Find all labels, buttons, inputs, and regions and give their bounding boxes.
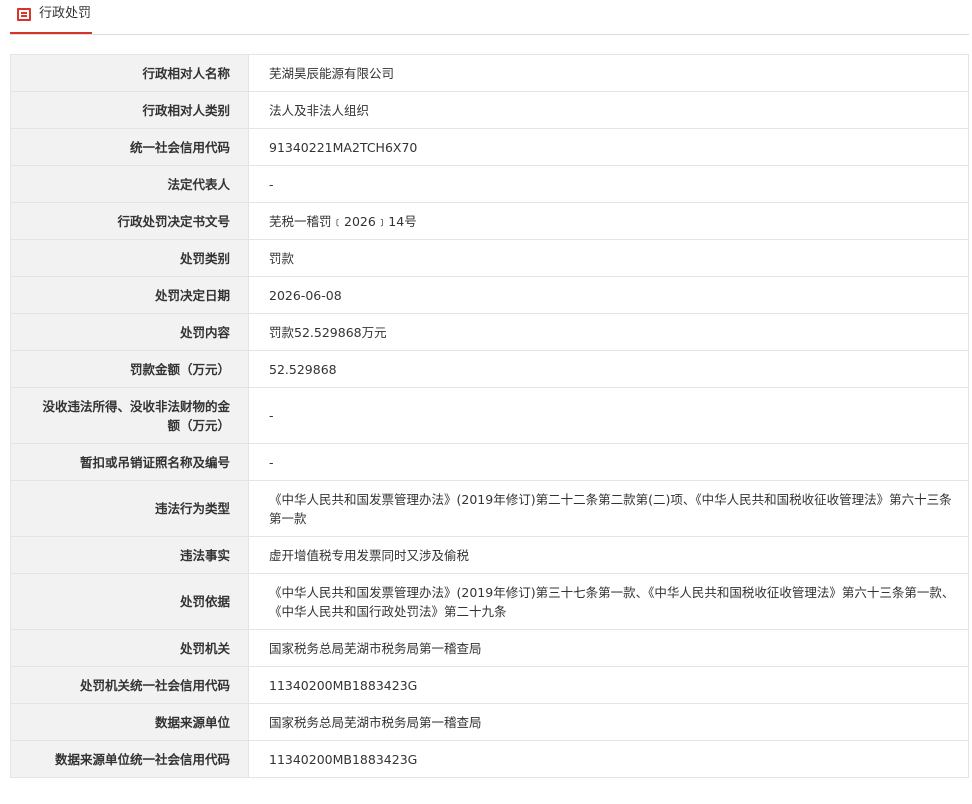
field-label: 统一社会信用代码 — [10, 128, 249, 166]
table-row: 数据来源单位统一社会信用代码 11340200MB1883423G — [10, 740, 969, 778]
field-value: 芜湖昊辰能源有限公司 — [248, 54, 969, 92]
field-label: 行政相对人类别 — [10, 91, 249, 129]
table-row: 没收违法所得、没收非法财物的金额（万元） - — [10, 387, 969, 444]
field-value: 虚开增值税专用发票同时又涉及偷税 — [248, 536, 969, 574]
field-value: 法人及非法人组织 — [248, 91, 969, 129]
field-label: 处罚机关 — [10, 629, 249, 667]
field-label: 违法行为类型 — [10, 480, 249, 537]
table-row: 行政相对人类别 法人及非法人组织 — [10, 91, 969, 129]
field-value: 52.529868 — [248, 350, 969, 388]
field-value: 《中华人民共和国发票管理办法》(2019年修订)第二十二条第二款第(二)项、《中… — [248, 480, 969, 537]
field-label: 处罚机关统一社会信用代码 — [10, 666, 249, 704]
field-value: - — [248, 443, 969, 481]
table-row: 违法事实 虚开增值税专用发票同时又涉及偷税 — [10, 536, 969, 574]
table-row: 处罚内容 罚款52.529868万元 — [10, 313, 969, 351]
field-value: 《中华人民共和国发票管理办法》(2019年修订)第三十七条第一款、《中华人民共和… — [248, 573, 969, 630]
field-label: 处罚依据 — [10, 573, 249, 630]
penalty-info-table: 行政相对人名称 芜湖昊辰能源有限公司 行政相对人类别 法人及非法人组织 统一社会… — [10, 54, 969, 778]
field-label: 处罚类别 — [10, 239, 249, 277]
table-row: 罚款金额（万元） 52.529868 — [10, 350, 969, 388]
section-title: 行政处罚 — [39, 6, 92, 21]
table-row: 违法行为类型 《中华人民共和国发票管理办法》(2019年修订)第二十二条第二款第… — [10, 480, 969, 537]
field-value: 2026-06-08 — [248, 276, 969, 314]
table-row: 处罚机关 国家税务总局芜湖市税务局第一稽查局 — [10, 629, 969, 667]
field-value: 国家税务总局芜湖市税务局第一稽查局 — [248, 703, 969, 741]
section-header: 行政处罚 — [10, 0, 969, 35]
document-list-icon — [17, 8, 31, 21]
table-row: 统一社会信用代码 91340221MA2TCH6X70 — [10, 128, 969, 166]
field-value: 11340200MB1883423G — [248, 666, 969, 704]
field-value: - — [248, 387, 969, 444]
field-value: 罚款52.529868万元 — [248, 313, 969, 351]
field-value: 91340221MA2TCH6X70 — [248, 128, 969, 166]
table-row: 处罚机关统一社会信用代码 11340200MB1883423G — [10, 666, 969, 704]
table-row: 数据来源单位 国家税务总局芜湖市税务局第一稽查局 — [10, 703, 969, 741]
table-row: 暂扣或吊销证照名称及编号 - — [10, 443, 969, 481]
field-value: 11340200MB1883423G — [248, 740, 969, 778]
table-row: 法定代表人 - — [10, 165, 969, 203]
field-label: 处罚决定日期 — [10, 276, 249, 314]
field-label: 行政处罚决定书文号 — [10, 202, 249, 240]
table-row: 处罚类别 罚款 — [10, 239, 969, 277]
field-label: 暂扣或吊销证照名称及编号 — [10, 443, 249, 481]
table-row: 处罚依据 《中华人民共和国发票管理办法》(2019年修订)第三十七条第一款、《中… — [10, 573, 969, 630]
table-row: 处罚决定日期 2026-06-08 — [10, 276, 969, 314]
field-label: 行政相对人名称 — [10, 54, 249, 92]
field-value: 国家税务总局芜湖市税务局第一稽查局 — [248, 629, 969, 667]
field-value: 罚款 — [248, 239, 969, 277]
field-label: 法定代表人 — [10, 165, 249, 203]
table-row: 行政相对人名称 芜湖昊辰能源有限公司 — [10, 54, 969, 92]
field-label: 没收违法所得、没收非法财物的金额（万元） — [10, 387, 249, 444]
table-row: 行政处罚决定书文号 芜税一稽罚﹝2026﹞14号 — [10, 202, 969, 240]
field-value: - — [248, 165, 969, 203]
field-label: 处罚内容 — [10, 313, 249, 351]
field-label: 数据来源单位 — [10, 703, 249, 741]
field-label: 罚款金额（万元） — [10, 350, 249, 388]
section-tab-administrative-penalty: 行政处罚 — [10, 0, 92, 34]
field-label: 数据来源单位统一社会信用代码 — [10, 740, 249, 778]
field-value: 芜税一稽罚﹝2026﹞14号 — [248, 202, 969, 240]
field-label: 违法事实 — [10, 536, 249, 574]
